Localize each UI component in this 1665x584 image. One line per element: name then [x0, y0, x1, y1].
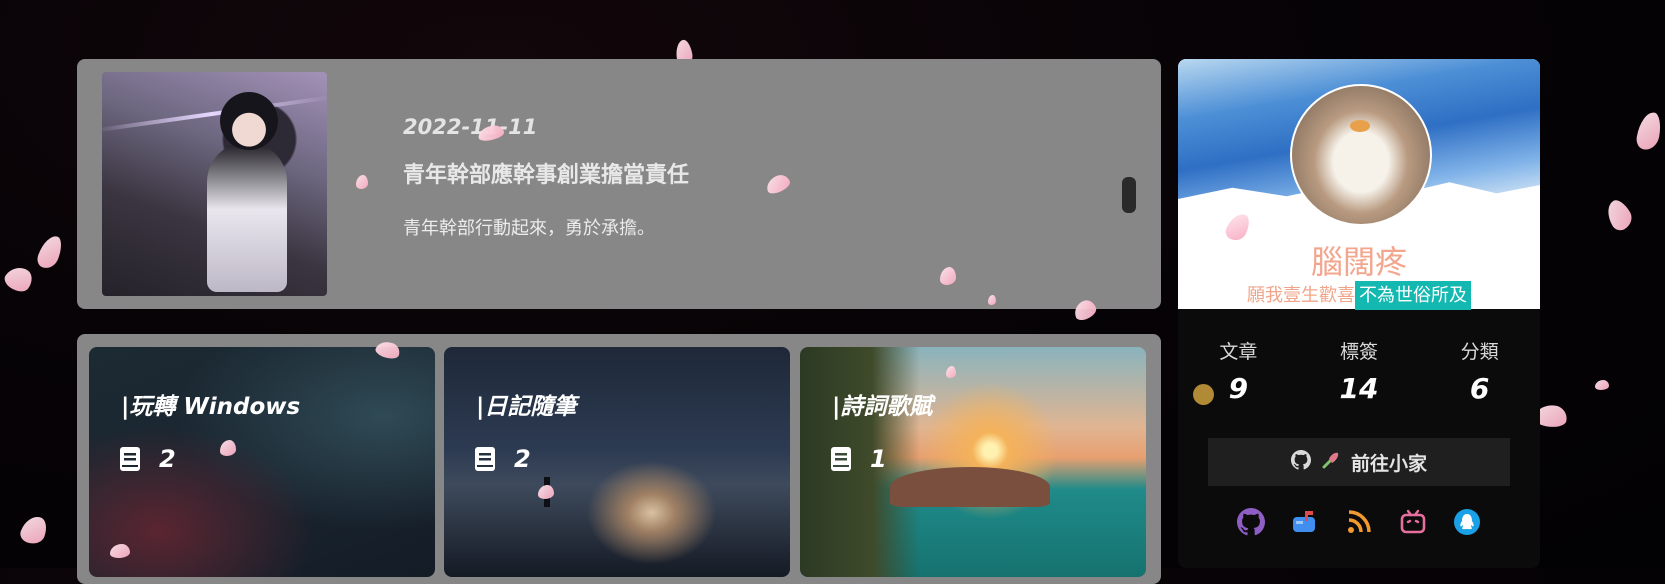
category-name: |玩轉 Windows — [121, 394, 301, 420]
petal-decoration — [356, 175, 368, 189]
stat-value: 9 — [1228, 372, 1249, 405]
stat-label: 文章 — [1219, 341, 1258, 363]
stat-label: 標簽 — [1339, 341, 1378, 363]
visit-home-button[interactable]: 前往小家 — [1208, 438, 1510, 486]
profile-motto: 願我壹生歡喜 不為世俗所及 — [1178, 281, 1540, 310]
thumbnail-figure — [207, 142, 287, 292]
mailbox-icon[interactable] — [1289, 506, 1321, 538]
petal-decoration — [34, 232, 66, 272]
stat-label: 分類 — [1460, 341, 1499, 363]
category-card-poetry[interactable]: |詩詞歌賦 1 — [800, 347, 1146, 577]
stat-articles[interactable]: 文章 9 — [1183, 337, 1293, 405]
thumbnail-figure-head — [220, 92, 278, 150]
book-icon — [830, 446, 852, 472]
stat-tags[interactable]: 標簽 14 — [1304, 337, 1414, 405]
qq-icon[interactable] — [1451, 506, 1483, 538]
bilibili-icon[interactable] — [1397, 506, 1429, 538]
stat-value: 6 — [1469, 372, 1490, 405]
featured-post-card[interactable]: 2022-11-11 青年幹部應幹事創業擔當責任 青年幹部行動起來，勇於承擔。 — [77, 59, 1161, 309]
stat-value: 14 — [1339, 372, 1379, 405]
rss-icon[interactable] — [1343, 506, 1375, 538]
profile-header: 腦闊疼 願我壹生歡喜 不為世俗所及 — [1178, 59, 1540, 310]
petal-decoration — [940, 267, 956, 285]
category-name: |詩詞歌賦 — [832, 394, 933, 420]
petal-decoration — [988, 295, 996, 305]
category-card-windows[interactable]: |玩轉 Windows 2 — [89, 347, 435, 577]
profile-stats: 文章 9 標簽 14 分類 6 — [1178, 337, 1540, 405]
goose-beak — [1350, 120, 1370, 132]
petal-decoration — [1601, 196, 1637, 234]
category-count-row: 1 — [830, 445, 887, 473]
petal-decoration — [110, 544, 130, 558]
github-icon[interactable] — [1235, 506, 1267, 538]
category-name: |日記隨筆 — [476, 394, 577, 420]
category-card-diary[interactable]: |日記隨筆 2 — [444, 347, 790, 577]
stat-categories[interactable]: 分類 6 — [1425, 337, 1535, 405]
post-title[interactable]: 青年幹部應幹事創業擔當責任 — [403, 157, 689, 189]
rock-shape — [890, 467, 1050, 507]
category-count-row: 2 — [119, 445, 176, 473]
category-count-row: 2 — [474, 445, 531, 473]
motto-plain: 願我壹生歡喜 — [1247, 285, 1355, 306]
category-count: 1 — [870, 445, 887, 473]
petal-decoration — [17, 512, 51, 548]
avatar[interactable] — [1290, 84, 1432, 226]
category-panel: |玩轉 Windows 2 |日記隨筆 2 |詩詞歌賦 1 — [77, 334, 1161, 584]
motto-highlight: 不為世俗所及 — [1355, 281, 1471, 310]
petal-decoration — [220, 440, 236, 456]
petal-decoration — [1634, 110, 1664, 152]
feather-icon — [1321, 450, 1341, 475]
visit-home-label: 前往小家 — [1350, 452, 1427, 475]
post-excerpt: 青年幹部行動起來，勇於承擔。 — [403, 218, 655, 239]
github-icon — [1290, 449, 1311, 475]
petal-decoration — [946, 366, 956, 378]
post-date: 2022-11-11 — [403, 115, 538, 139]
petal-decoration — [1595, 380, 1609, 390]
profile-name: 腦闊疼 — [1310, 243, 1407, 281]
category-count: 2 — [514, 445, 531, 473]
thumbnail-streak — [102, 95, 327, 133]
book-icon — [119, 446, 141, 472]
category-count: 2 — [159, 445, 176, 473]
post-thumbnail[interactable] — [102, 72, 327, 296]
profile-card: 腦闊疼 願我壹生歡喜 不為世俗所及 文章 9 標簽 14 分類 6 前往小家 — [1178, 59, 1540, 568]
carousel-indicator[interactable] — [1122, 177, 1136, 213]
petal-decoration — [1, 261, 37, 297]
petal-decoration — [538, 485, 554, 499]
social-links — [1178, 506, 1540, 538]
book-icon — [474, 446, 496, 472]
